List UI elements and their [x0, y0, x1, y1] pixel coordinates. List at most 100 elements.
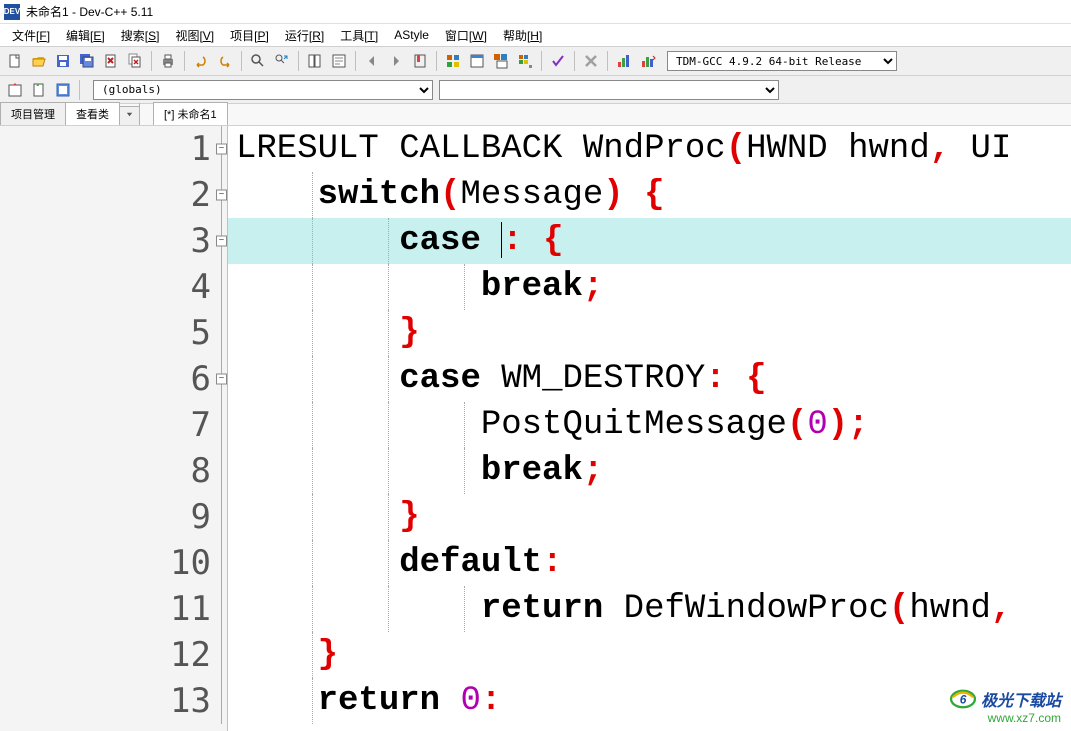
toolbar-separator — [241, 51, 242, 71]
code-line[interactable]: } — [228, 494, 1071, 540]
code-line[interactable]: case WM_DESTROY: { — [228, 356, 1071, 402]
redo-icon[interactable] — [214, 50, 236, 72]
code-line[interactable]: LRESULT CALLBACK WndProc(HWND hwnd, UI — [228, 126, 1071, 172]
app-icon: DEV — [4, 4, 20, 20]
line-number: 12 — [0, 632, 227, 678]
line-number: 8 — [0, 448, 227, 494]
line-number: 3− — [0, 218, 227, 264]
new-project-icon[interactable] — [4, 79, 26, 101]
toolbar-separator — [607, 51, 608, 71]
save-all-icon[interactable] — [76, 50, 98, 72]
tab-project-manage[interactable]: 项目管理 — [0, 102, 66, 125]
menu-F[interactable]: 文件[F] — [4, 25, 58, 46]
line-number: 6− — [0, 356, 227, 402]
syntax-icon[interactable] — [547, 50, 569, 72]
undo-icon[interactable] — [190, 50, 212, 72]
add-file-icon[interactable] — [28, 79, 50, 101]
line-number: 13 — [0, 678, 227, 724]
secondary-toolbar: (globals) — [0, 76, 1071, 104]
tab-overflow-icon[interactable] — [119, 106, 140, 125]
toolbar-separator — [151, 51, 152, 71]
find-files-icon[interactable] — [304, 50, 326, 72]
toolbar-separator — [436, 51, 437, 71]
toolbar-separator — [79, 80, 80, 100]
tabs-divider — [139, 103, 145, 125]
bookmark-icon[interactable] — [409, 50, 431, 72]
code-line[interactable]: switch(Message) { — [228, 172, 1071, 218]
line-number: 2− — [0, 172, 227, 218]
code-line[interactable]: default: — [228, 540, 1071, 586]
menu-R[interactable]: 运行[R] — [277, 25, 332, 46]
menubar: 文件[F]编辑[E]搜索[S]视图[V]项目[P]运行[R]工具[T]AStyl… — [0, 24, 1071, 46]
close-all-icon[interactable] — [124, 50, 146, 72]
print-icon[interactable] — [157, 50, 179, 72]
options-icon[interactable] — [52, 79, 74, 101]
window-title: 未命名1 - Dev-C++ 5.11 — [26, 3, 153, 20]
fold-toggle-icon[interactable]: − — [216, 144, 227, 155]
goto-icon[interactable] — [328, 50, 350, 72]
line-number: 11 — [0, 586, 227, 632]
menu-H[interactable]: 帮助[H] — [495, 25, 550, 46]
menu-P[interactable]: 项目[P] — [222, 25, 277, 46]
toolbar-separator — [298, 51, 299, 71]
line-number: 9 — [0, 494, 227, 540]
code-editor[interactable]: LRESULT CALLBACK WndProc(HWND hwnd, UI s… — [228, 126, 1071, 731]
svg-text:6: 6 — [960, 693, 967, 707]
globals-select[interactable]: (globals) — [93, 80, 433, 100]
toolbar-separator — [355, 51, 356, 71]
menu-V[interactable]: 视图[V] — [167, 25, 222, 46]
open-icon[interactable] — [28, 50, 50, 72]
menu-S[interactable]: 搜索[S] — [113, 25, 168, 46]
toolbar-separator — [184, 51, 185, 71]
editor-area: 1−2−3−456−78910111213 LRESULT CALLBACK W… — [0, 126, 1071, 731]
debug-icon[interactable] — [637, 50, 659, 72]
members-select[interactable] — [439, 80, 779, 100]
line-number: 5 — [0, 310, 227, 356]
main-toolbar: TDM-GCC 4.9.2 64-bit Release — [0, 46, 1071, 76]
code-line[interactable]: PostQuitMessage(0); — [228, 402, 1071, 448]
code-line[interactable]: } — [228, 632, 1071, 678]
code-line[interactable]: } — [228, 310, 1071, 356]
line-number-gutter: 1−2−3−456−78910111213 — [0, 126, 228, 731]
compile-run-icon[interactable] — [490, 50, 512, 72]
forward-icon[interactable] — [385, 50, 407, 72]
run-icon[interactable] — [466, 50, 488, 72]
fold-toggle-icon[interactable]: − — [216, 190, 227, 201]
menu-T[interactable]: 工具[T] — [332, 25, 386, 46]
file-tab[interactable]: [*] 未命名1 — [153, 102, 228, 125]
code-line[interactable]: return DefWindowProc(hwnd, — [228, 586, 1071, 632]
tab-class-view[interactable]: 查看类 — [65, 102, 120, 125]
code-line[interactable]: break; — [228, 264, 1071, 310]
new-file-icon[interactable] — [4, 50, 26, 72]
watermark-brand: 极光下载站 — [981, 687, 1061, 711]
menu-AStyle[interactable]: AStyle — [386, 26, 437, 44]
line-number: 7 — [0, 402, 227, 448]
code-line[interactable]: case : { — [228, 218, 1071, 264]
find-icon[interactable] — [247, 50, 269, 72]
line-number: 4 — [0, 264, 227, 310]
save-icon[interactable] — [52, 50, 74, 72]
compiler-select[interactable]: TDM-GCC 4.9.2 64-bit Release — [667, 51, 897, 71]
fold-toggle-icon[interactable]: − — [216, 374, 227, 385]
code-line[interactable]: return 0: — [228, 678, 1071, 724]
code-line[interactable]: break; — [228, 448, 1071, 494]
compile-icon[interactable] — [442, 50, 464, 72]
titlebar: DEV 未命名1 - Dev-C++ 5.11 — [0, 0, 1071, 24]
line-number: 1− — [0, 126, 227, 172]
watermark-url: www.xz7.com — [949, 711, 1061, 725]
rebuild-icon[interactable] — [514, 50, 536, 72]
toolbar-separator — [541, 51, 542, 71]
watermark-logo-icon: 6 — [949, 688, 977, 710]
replace-icon[interactable] — [271, 50, 293, 72]
back-icon[interactable] — [361, 50, 383, 72]
tab-strip: 项目管理 查看类 [*] 未命名1 — [0, 104, 1071, 126]
line-number: 10 — [0, 540, 227, 586]
fold-toggle-icon[interactable]: − — [216, 236, 227, 247]
toolbar-separator — [574, 51, 575, 71]
menu-E[interactable]: 编辑[E] — [58, 25, 113, 46]
menu-W[interactable]: 窗口[W] — [437, 25, 495, 46]
watermark: 6 极光下载站 www.xz7.com — [949, 687, 1061, 725]
stop-icon[interactable] — [580, 50, 602, 72]
close-icon[interactable] — [100, 50, 122, 72]
profile-icon[interactable] — [613, 50, 635, 72]
